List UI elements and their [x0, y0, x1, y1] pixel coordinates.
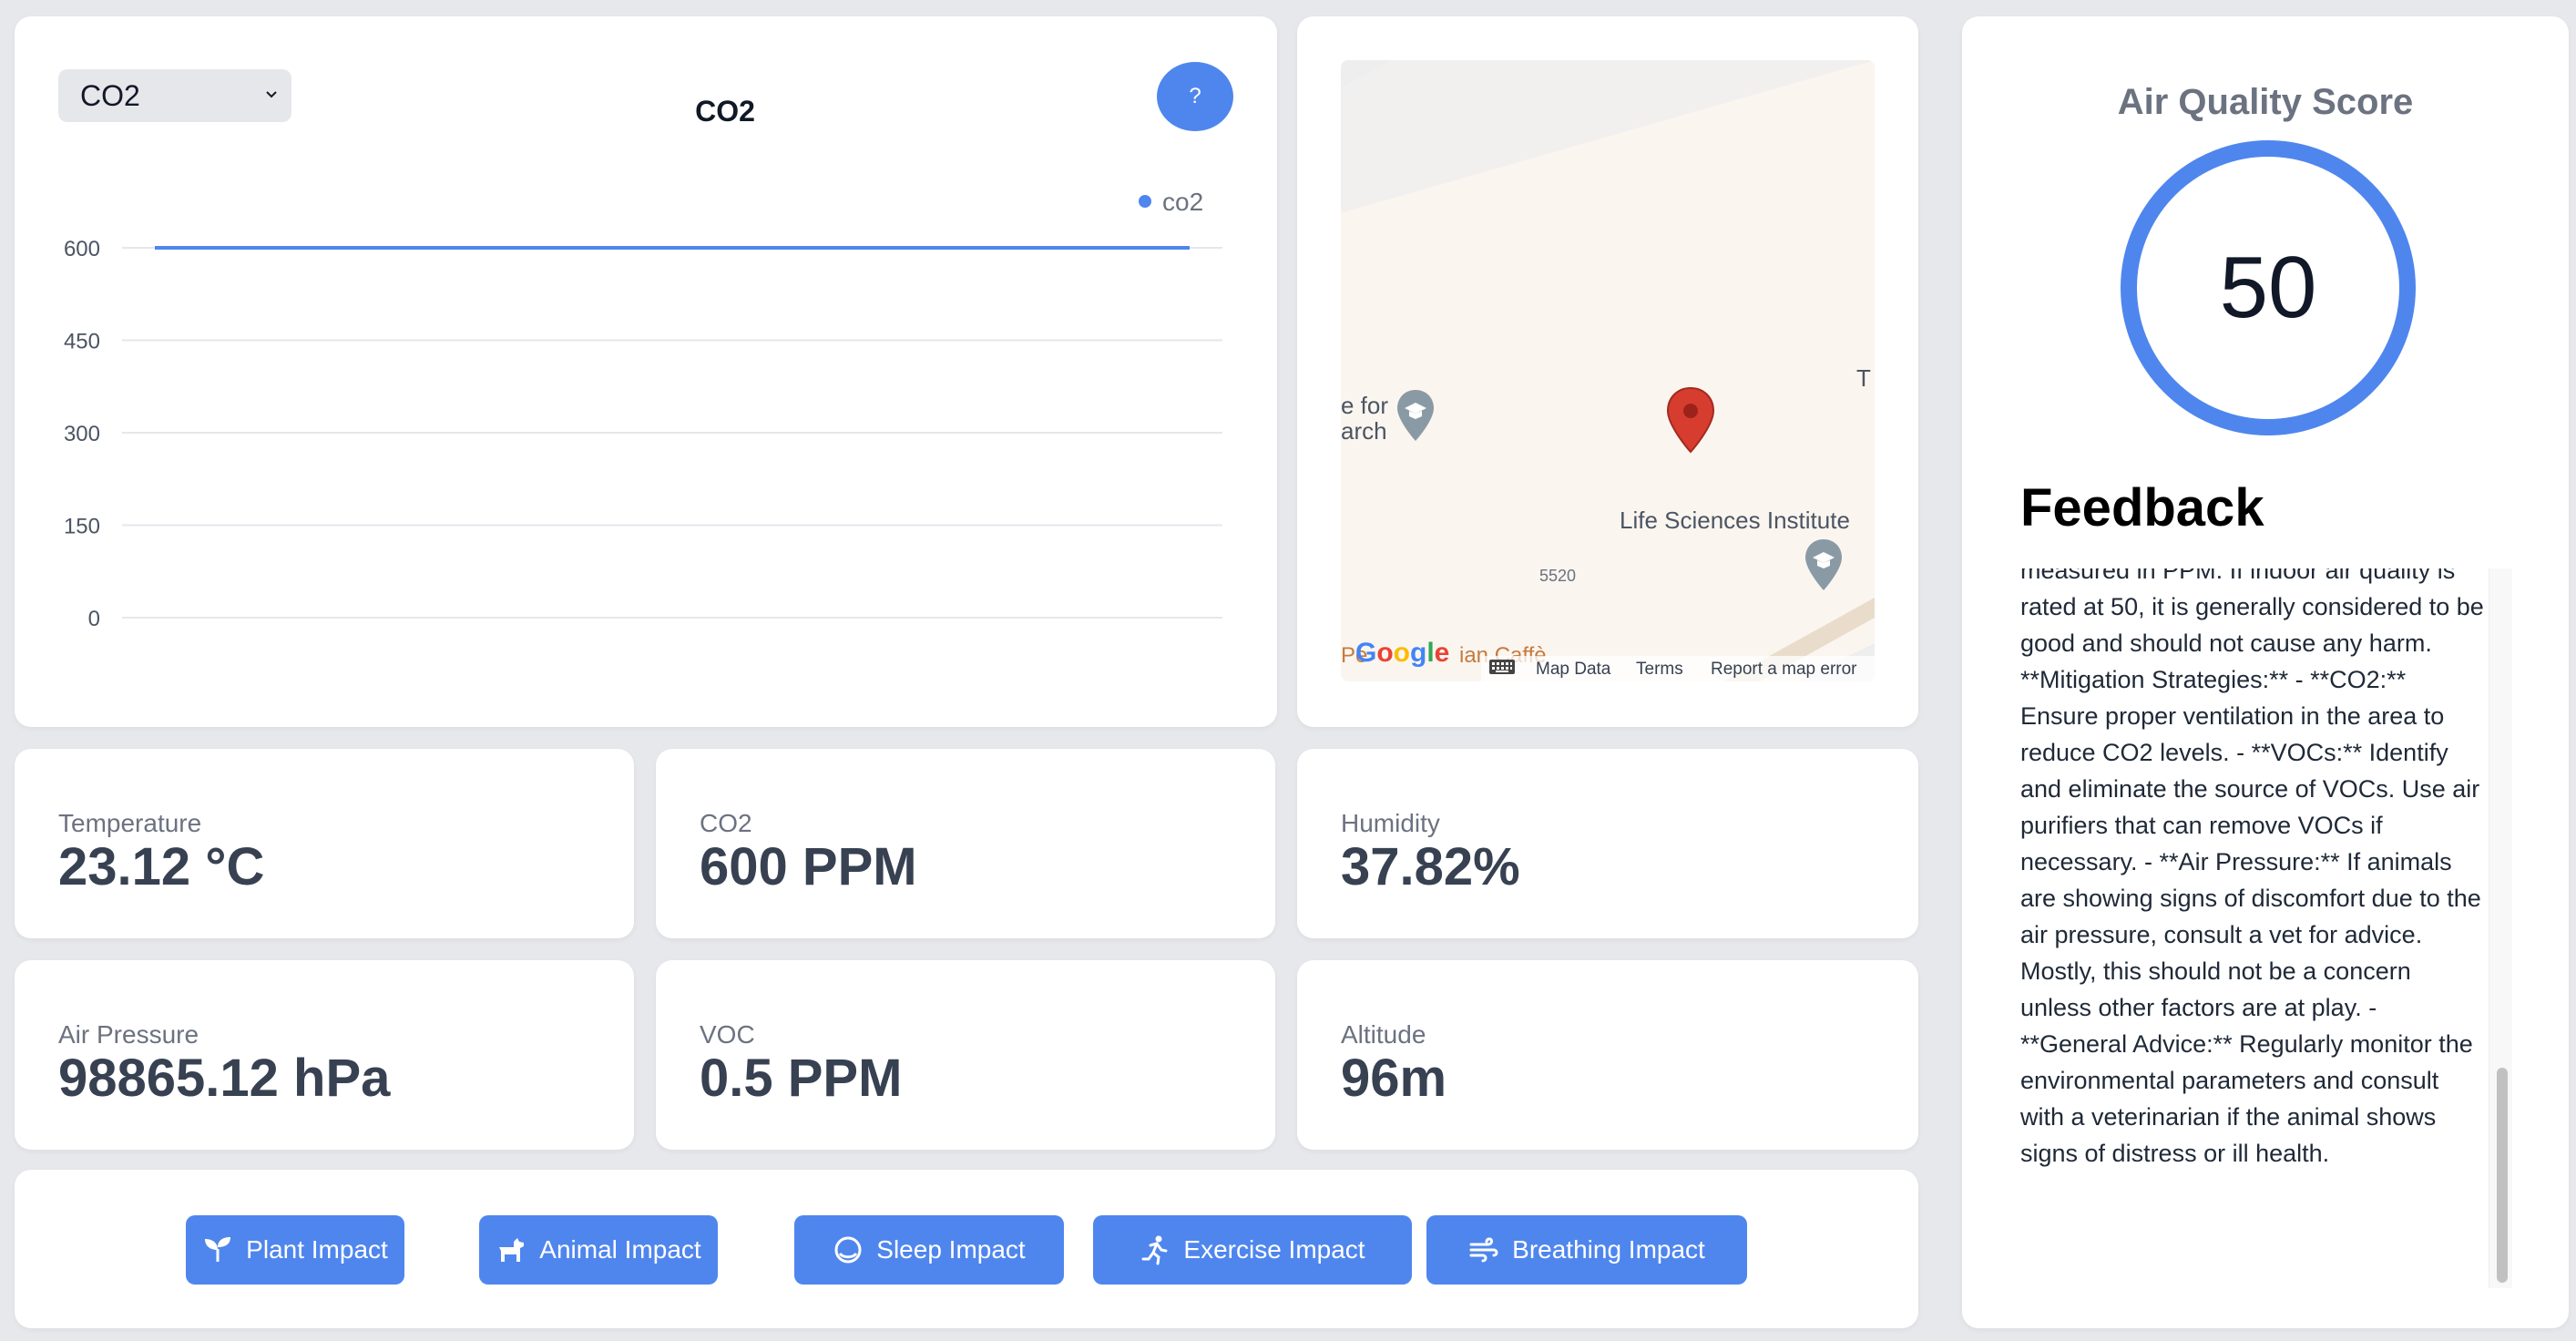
stat-label: Altitude — [1341, 1020, 1426, 1049]
feedback-scrollbar-thumb[interactable] — [2497, 1068, 2508, 1283]
map-roads — [1341, 60, 1875, 681]
line-chart: 0 150 300 450 600 — [64, 237, 1222, 631]
score-value: 50 — [2219, 239, 2317, 336]
animal-impact-button[interactable]: Animal Impact — [479, 1215, 718, 1285]
stat-label: VOC — [700, 1020, 755, 1049]
map-card: e for arch T Life Sciences Institute 552… — [1297, 16, 1918, 727]
y-tick-label: 600 — [64, 237, 100, 261]
feedback-scroll-area[interactable]: measured in PPM. If indoor air quality i… — [2020, 568, 2485, 1288]
map[interactable]: e for arch T Life Sciences Institute 552… — [1341, 60, 1875, 681]
stat-value: 0.5 PPM — [700, 1049, 903, 1108]
y-tick-label: 150 — [64, 515, 100, 539]
map-report-link[interactable]: Report a map error — [1711, 660, 1857, 680]
stat-card-temperature: Temperature 23.12 °C — [15, 749, 634, 938]
score-card: Air Quality Score 50 Feedback measured i… — [1962, 16, 2569, 1328]
stat-value: 98865.12 hPa — [58, 1049, 391, 1108]
breathing-impact-button[interactable]: Breathing Impact — [1426, 1215, 1747, 1285]
impact-button-label: Exercise Impact — [1183, 1235, 1365, 1264]
school-pin-icon[interactable] — [1804, 537, 1844, 592]
keyboard-icon[interactable] — [1488, 658, 1516, 676]
running-icon — [1141, 1235, 1168, 1265]
stat-card-co2: CO2 600 PPM — [656, 749, 1275, 938]
map-label-left-1: e for — [1341, 392, 1389, 419]
map-street-number: 5520 — [1539, 567, 1577, 585]
impact-button-label: Animal Impact — [539, 1235, 701, 1264]
chart-card: CO2 CO2 ? co2 0 150 300 450 600 — [15, 16, 1277, 727]
impact-bar: Plant Impact Animal Impact Sleep Impact … — [15, 1170, 1918, 1328]
feedback-text: measured in PPM. If indoor air quality i… — [2020, 568, 2484, 1167]
stat-label: CO2 — [700, 809, 752, 837]
y-tick-label: 450 — [64, 330, 100, 354]
seedling-icon — [205, 1237, 231, 1262]
feedback-scrollbar[interactable] — [2489, 568, 2512, 1288]
score-title: Air Quality Score — [2117, 82, 2414, 122]
y-tick-label: 300 — [64, 422, 100, 446]
stat-card-air-pressure: Air Pressure 98865.12 hPa — [15, 960, 634, 1150]
impact-button-label: Plant Impact — [246, 1235, 388, 1264]
map-label-left-2: arch — [1341, 417, 1387, 445]
wind-icon — [1469, 1237, 1498, 1263]
map-label-t: T — [1856, 364, 1871, 392]
y-tick-label: 0 — [88, 607, 100, 631]
feedback-title: Feedback — [2020, 478, 2264, 537]
plant-impact-button[interactable]: Plant Impact — [186, 1215, 404, 1285]
moon-icon — [834, 1236, 862, 1264]
map-terms-link[interactable]: Terms — [1636, 660, 1683, 680]
google-logo: Google — [1355, 638, 1450, 668]
stat-card-voc: VOC 0.5 PPM — [656, 960, 1275, 1150]
stat-label: Humidity — [1341, 809, 1440, 837]
stat-value: 23.12 °C — [58, 837, 265, 896]
location-pin-icon[interactable] — [1665, 386, 1716, 454]
stat-label: Temperature — [58, 809, 202, 837]
stat-value: 96m — [1341, 1049, 1447, 1108]
stat-value: 600 PPM — [700, 837, 917, 896]
impact-button-label: Sleep Impact — [876, 1235, 1026, 1264]
school-pin-icon[interactable] — [1395, 388, 1436, 443]
stat-label: Air Pressure — [58, 1020, 199, 1049]
map-data-link[interactable]: Map Data — [1536, 660, 1610, 680]
chart-y-ticks: 0 150 300 450 600 — [64, 237, 100, 631]
stat-value: 37.82% — [1341, 837, 1520, 896]
map-label-institute: Life Sciences Institute — [1620, 507, 1850, 534]
stat-card-altitude: Altitude 96m — [1297, 960, 1918, 1150]
sleep-impact-button[interactable]: Sleep Impact — [794, 1215, 1064, 1285]
chart-grid — [122, 247, 1222, 619]
impact-button-label: Breathing Impact — [1512, 1235, 1705, 1264]
stat-card-humidity: Humidity 37.82% — [1297, 749, 1918, 938]
exercise-impact-button[interactable]: Exercise Impact — [1093, 1215, 1412, 1285]
dog-icon — [498, 1238, 525, 1262]
